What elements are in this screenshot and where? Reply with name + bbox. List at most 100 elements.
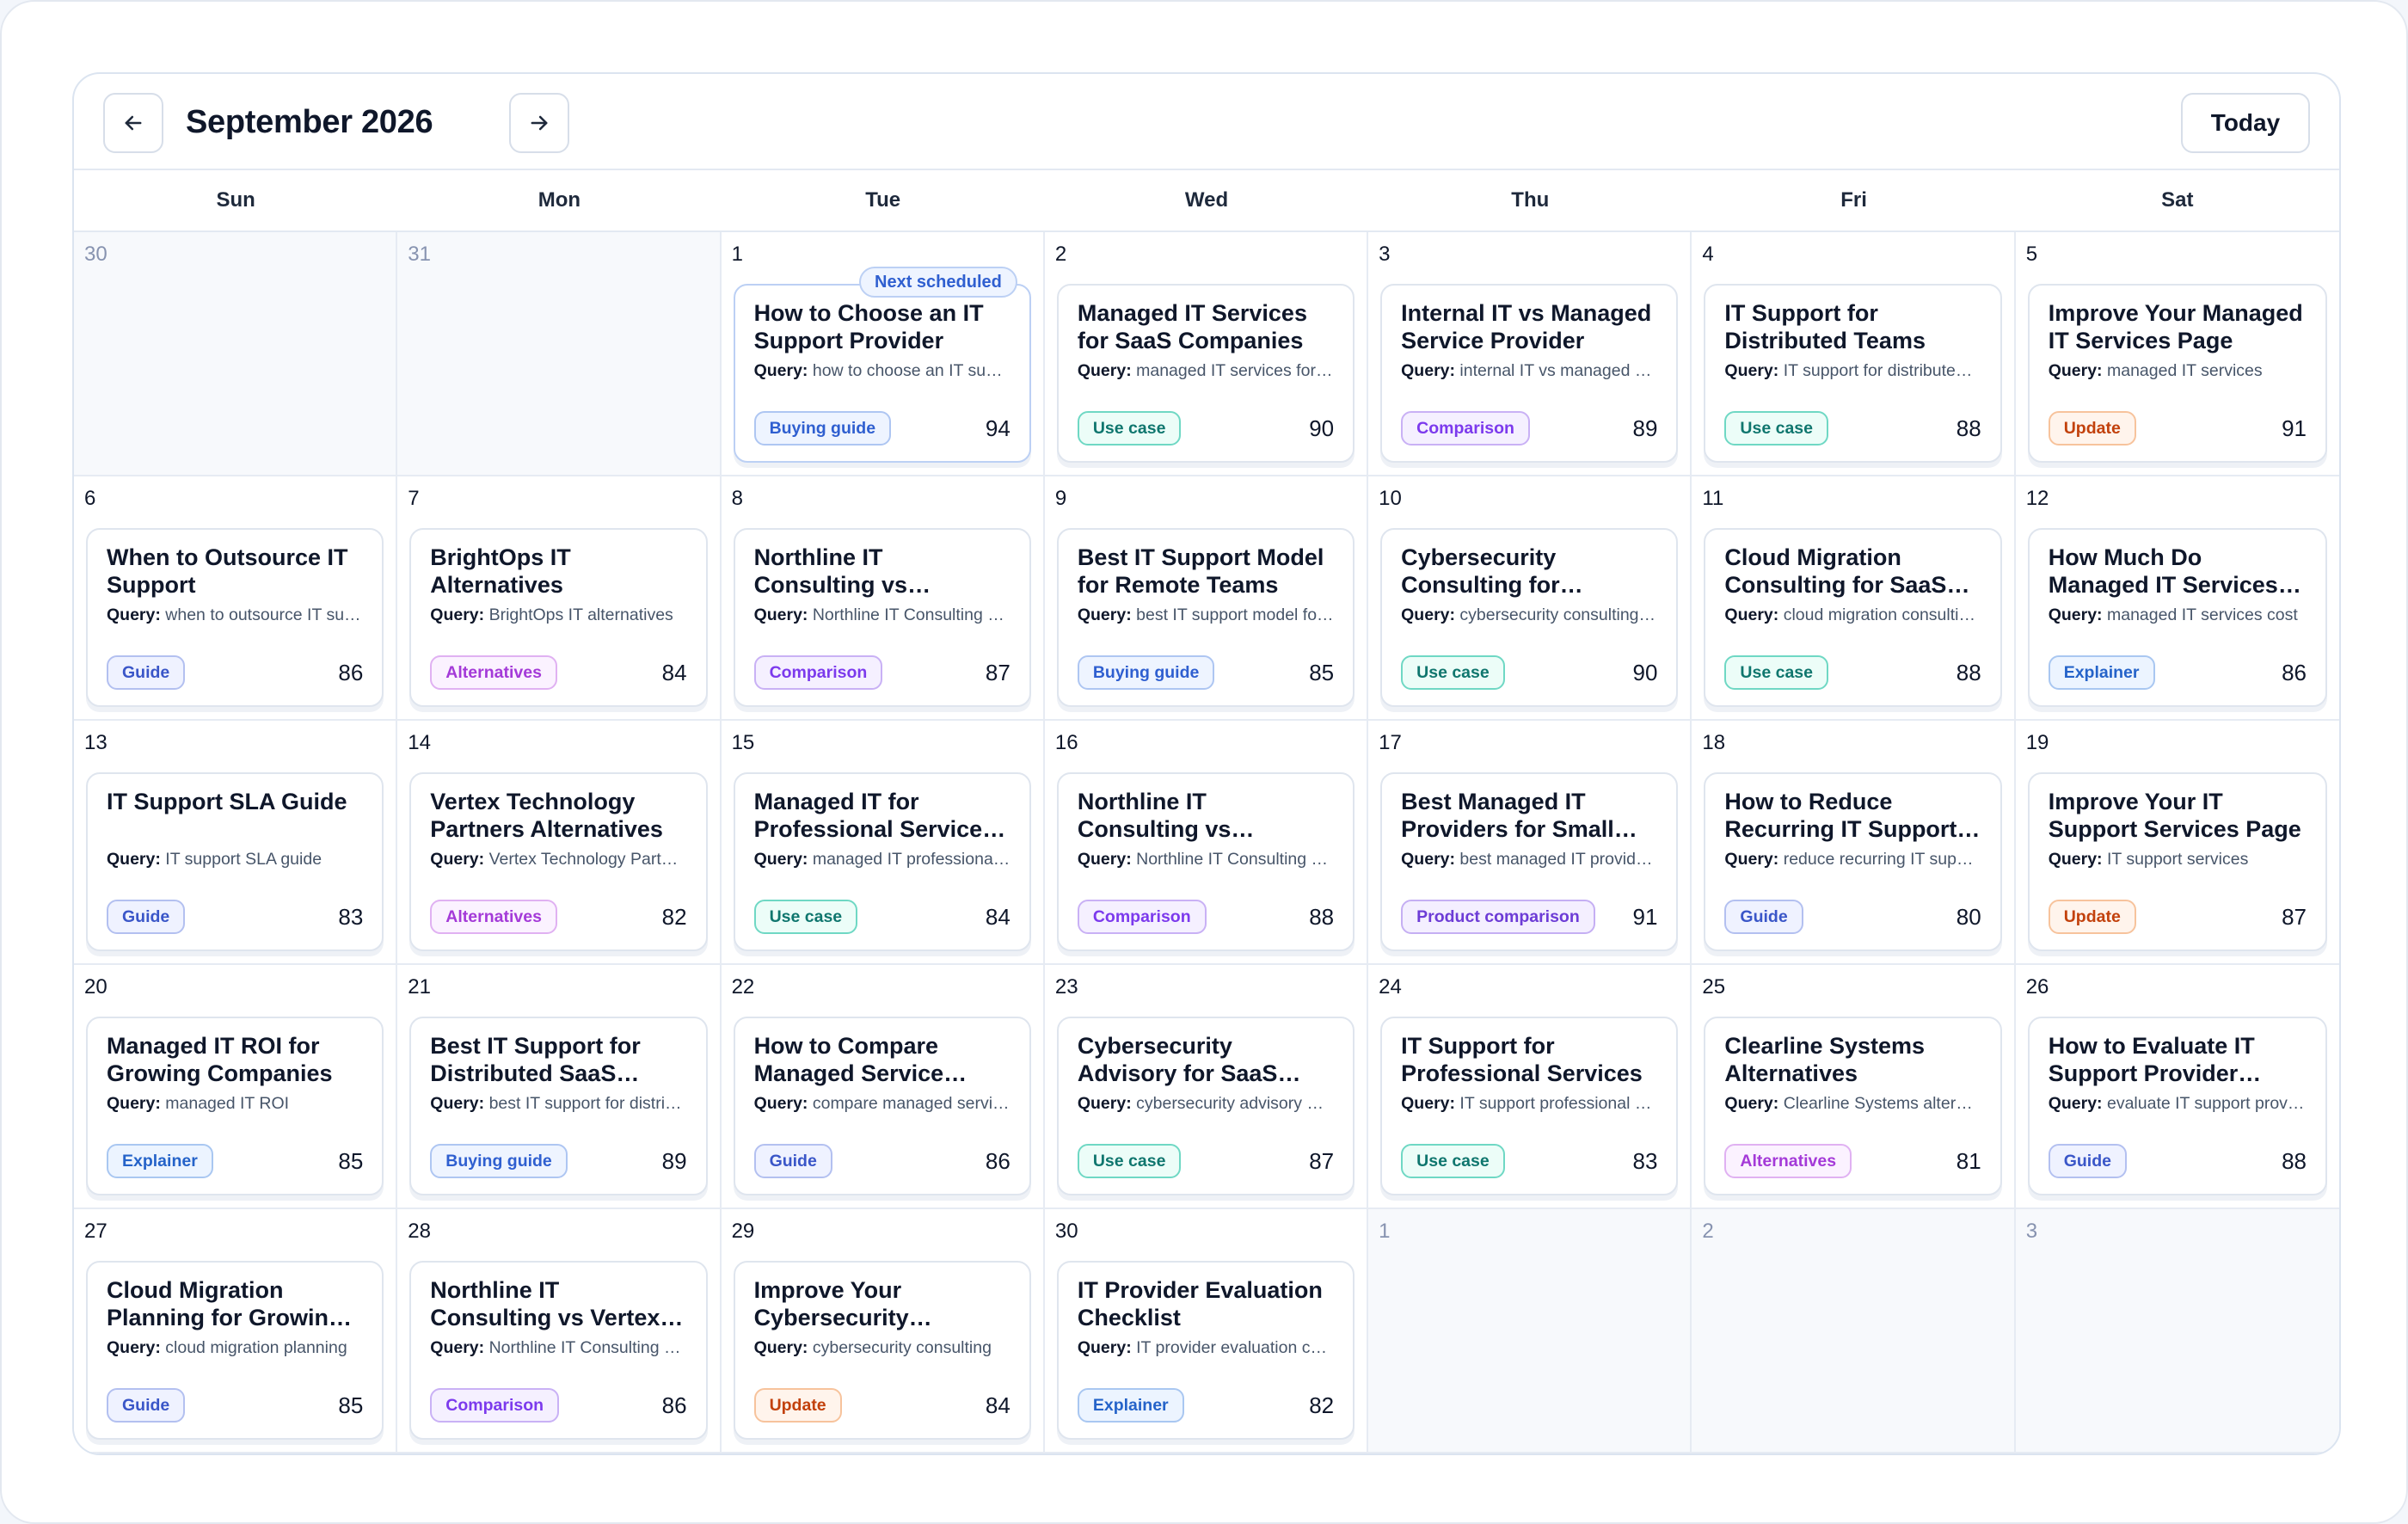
calendar-day[interactable]: 28 Northline IT Consulting vs Vertex Tech… [397, 1209, 722, 1453]
calendar-day[interactable]: 5 Improve Your Managed IT Services Page Qu… [2015, 232, 2339, 476]
calendar-day[interactable]: 20 Managed IT ROI for Growing Companies Qu… [74, 965, 398, 1209]
scheduled-post-card[interactable]: Northline IT Consulting vs BrightOps ITQ… [1056, 772, 1355, 951]
scheduled-post-card[interactable]: IT Support for Distributed Teams Query: I… [1704, 284, 2002, 463]
scheduled-post-card[interactable]: Cybersecurity Advisory for SaaS Companie… [1056, 1017, 1355, 1195]
scheduled-post-card[interactable]: Cloud Migration Consulting for SaaS Team… [1704, 528, 2002, 707]
calendar-day[interactable]: 7 BrightOps IT Alternatives Query: BrightO… [397, 476, 722, 721]
scheduled-post-card[interactable]: Managed IT Services for SaaS Companies Qu… [1056, 284, 1355, 463]
content-type-badge: Guide [1724, 900, 1803, 934]
opportunity-score: 90 [1309, 415, 1335, 441]
scheduled-post-card[interactable]: Best IT Support Model for Remote Teams Qu… [1056, 528, 1355, 707]
calendar-day[interactable]: 27 Cloud Migration Planning for Growing T… [74, 1209, 398, 1453]
scheduled-post-card[interactable]: Best IT Support for Distributed SaaS Tea… [409, 1017, 708, 1195]
calendar-day[interactable]: 14 Vertex Technology Partners Alternative… [397, 721, 722, 965]
calendar-day[interactable]: 23 Cybersecurity Advisory for SaaS Compan… [1044, 965, 1369, 1209]
opportunity-score: 88 [1309, 903, 1335, 930]
calendar-day[interactable]: 10 Cybersecurity Consulting for Growing B… [1368, 476, 1692, 721]
scheduled-post-card[interactable]: Clearline Systems Alternatives Query: Cle… [1704, 1017, 2002, 1195]
query-value: IT support SLA guide [165, 850, 322, 869]
calendar-day[interactable]: 11 Cloud Migration Consulting for SaaS Te… [1692, 476, 2016, 721]
query-label: Query: [1724, 605, 1779, 624]
query-value: managed IT professional services [812, 850, 1010, 869]
scheduled-post-card[interactable]: Cloud Migration Planning for Growing Tea… [86, 1261, 384, 1440]
scheduled-post-card[interactable]: IT Support for Professional Services Quer… [1380, 1017, 1679, 1195]
calendar-day[interactable]: 9 Best IT Support Model for Remote Teams Q… [1044, 476, 1369, 721]
post-title: Vertex Technology Partners Alternatives [430, 789, 663, 842]
content-type-badge: Comparison [430, 1388, 560, 1423]
calendar-day[interactable]: 25 Clearline Systems Alternatives Query: C… [1692, 965, 2016, 1209]
opportunity-score: 88 [1956, 415, 1981, 441]
content-type-badge: Guide [107, 655, 186, 690]
query-value: managed IT services [2106, 361, 2263, 380]
scheduled-post-card[interactable]: Managed IT for Professional Services Fir… [733, 772, 1031, 951]
calendar-day[interactable]: 24 IT Support for Professional Services Qu… [1368, 965, 1692, 1209]
scheduled-post-card[interactable]: Managed IT ROI for Growing Companies Quer… [86, 1017, 384, 1195]
post-title: How to Reduce Recurring IT Support Costs [1724, 789, 1957, 842]
calendar-day-outside-month[interactable]: 30 [74, 232, 398, 476]
calendar-day[interactable]: 16 Northline IT Consulting vs BrightOps I… [1044, 721, 1369, 965]
scheduled-post-card[interactable]: How to Compare Managed Service Providers… [733, 1017, 1031, 1195]
calendar-day-outside-month[interactable]: 2 [1692, 1209, 2016, 1453]
post-title: Best Managed IT Providers for Small B2B … [1401, 789, 1614, 842]
scheduled-post-card[interactable]: When to Outsource IT Support Query: when … [86, 528, 384, 707]
scheduled-post-card[interactable]: IT Provider Evaluation Checklist Query: I… [1056, 1261, 1355, 1440]
calendar-day[interactable]: 12 How Much Do Managed IT Services Cost? Q… [2015, 476, 2339, 721]
scheduled-post-card[interactable]: How to Evaluate IT Support Provider Prop… [2027, 1017, 2327, 1195]
scheduled-post-card[interactable]: Internal IT vs Managed Service Provider Q… [1380, 284, 1679, 463]
scheduled-post-card[interactable]: Improve Your Cybersecurity Consulting Pa… [733, 1261, 1031, 1440]
previous-month-button[interactable] [103, 93, 163, 153]
calendar-day[interactable]: 13 IT Support SLA Guide Query: IT support … [74, 721, 398, 965]
scheduled-post-card[interactable]: How Much Do Managed IT Services Cost? Que… [2027, 528, 2327, 707]
calendar-day[interactable]: 21 Best IT Support for Distributed SaaS T… [397, 965, 722, 1209]
query-value: best IT support for distributed SaaS tea… [488, 1094, 687, 1113]
scheduled-post-card[interactable]: How to Reduce Recurring IT Support Costs… [1704, 772, 2002, 951]
scheduled-post-card[interactable]: Vertex Technology Partners Alternatives Q… [409, 772, 708, 951]
scheduled-post-card[interactable]: Best Managed IT Providers for Small B2B … [1380, 772, 1679, 951]
query-value: cloud migration planning [165, 1338, 347, 1357]
scheduled-post-card[interactable]: Next scheduled How to Choose an IT Suppor… [733, 267, 1031, 463]
post-title: Managed IT ROI for Growing Companies [107, 1033, 333, 1086]
card-footer: Use case 84 [753, 900, 1010, 934]
scheduled-post-card[interactable]: Improve Your IT Support Services Page Que… [2027, 772, 2327, 951]
calendar-day[interactable]: 29 Improve Your Cybersecurity Consulting … [721, 1209, 1045, 1453]
scheduled-post-card[interactable]: Northline IT Consulting vs Vertex Techno… [409, 1261, 708, 1440]
scheduled-post-card[interactable]: BrightOps IT Alternatives Query: BrightOp… [409, 528, 708, 707]
calendar-day[interactable]: 30 IT Provider Evaluation Checklist Query:… [1044, 1209, 1369, 1453]
calendar-day[interactable]: 6 When to Outsource IT Support Query: when… [74, 476, 398, 721]
scheduled-post-card[interactable]: Cybersecurity Consulting for Growing Bus… [1380, 528, 1679, 707]
calendar-day[interactable]: 18 How to Reduce Recurring IT Support Cos… [1692, 721, 2016, 965]
day-number: 17 [1379, 731, 1402, 754]
day-number: 12 [2025, 487, 2049, 510]
query-label: Query: [753, 850, 808, 869]
calendar-day[interactable]: 3 Internal IT vs Managed Service Provider… [1368, 232, 1692, 476]
opportunity-score: 87 [985, 659, 1010, 685]
content-type-badge: Use case [1077, 411, 1182, 446]
scheduled-post-card[interactable]: Improve Your Managed IT Services Page Que… [2027, 284, 2327, 463]
calendar-day-outside-month[interactable]: 3 [2015, 1209, 2339, 1453]
calendar-day[interactable]: 19 Improve Your IT Support Services Page Q… [2015, 721, 2339, 965]
post-title: Best IT Support Model for Remote Teams [1077, 544, 1324, 598]
day-number: 31 [408, 243, 431, 266]
opportunity-score: 89 [1632, 415, 1658, 441]
calendar-day[interactable]: 1 Next scheduled How to Choose an IT Suppo… [721, 232, 1045, 476]
calendar-day[interactable]: 26 How to Evaluate IT Support Provider Pr… [2015, 965, 2339, 1209]
calendar-day-outside-month[interactable]: 31 [397, 232, 722, 476]
calendar-day[interactable]: 4 IT Support for Distributed Teams Query: … [1692, 232, 2016, 476]
next-month-button[interactable] [509, 93, 569, 153]
today-button[interactable]: Today [2181, 93, 2310, 153]
calendar-day[interactable]: 2 Managed IT Services for SaaS Companies Q… [1044, 232, 1369, 476]
query-label: Query: [1077, 1338, 1132, 1357]
target-query: Query: managed IT services for SaaS comp… [1078, 361, 1334, 381]
calendar-day[interactable]: 8 Northline IT Consulting vs Clearline Sy… [721, 476, 1045, 721]
content-type-badge: Update [753, 1388, 842, 1423]
scheduled-post-card[interactable]: IT Support SLA Guide Query: IT support SL… [86, 772, 384, 951]
post-title: Improve Your IT Support Services Page [2048, 789, 2301, 842]
opportunity-score: 86 [2282, 659, 2307, 685]
query-value: IT support for distributed teams [1783, 361, 1981, 380]
opportunity-score: 88 [2282, 1147, 2307, 1174]
scheduled-post-card[interactable]: Northline IT Consulting vs Clearline Sys… [733, 528, 1031, 707]
calendar-day[interactable]: 22 How to Compare Managed Service Provide… [721, 965, 1045, 1209]
calendar-day-outside-month[interactable]: 1 [1368, 1209, 1692, 1453]
calendar-day[interactable]: 15 Managed IT for Professional Services F… [721, 721, 1045, 965]
calendar-day[interactable]: 17 Best Managed IT Providers for Small B2… [1368, 721, 1692, 965]
